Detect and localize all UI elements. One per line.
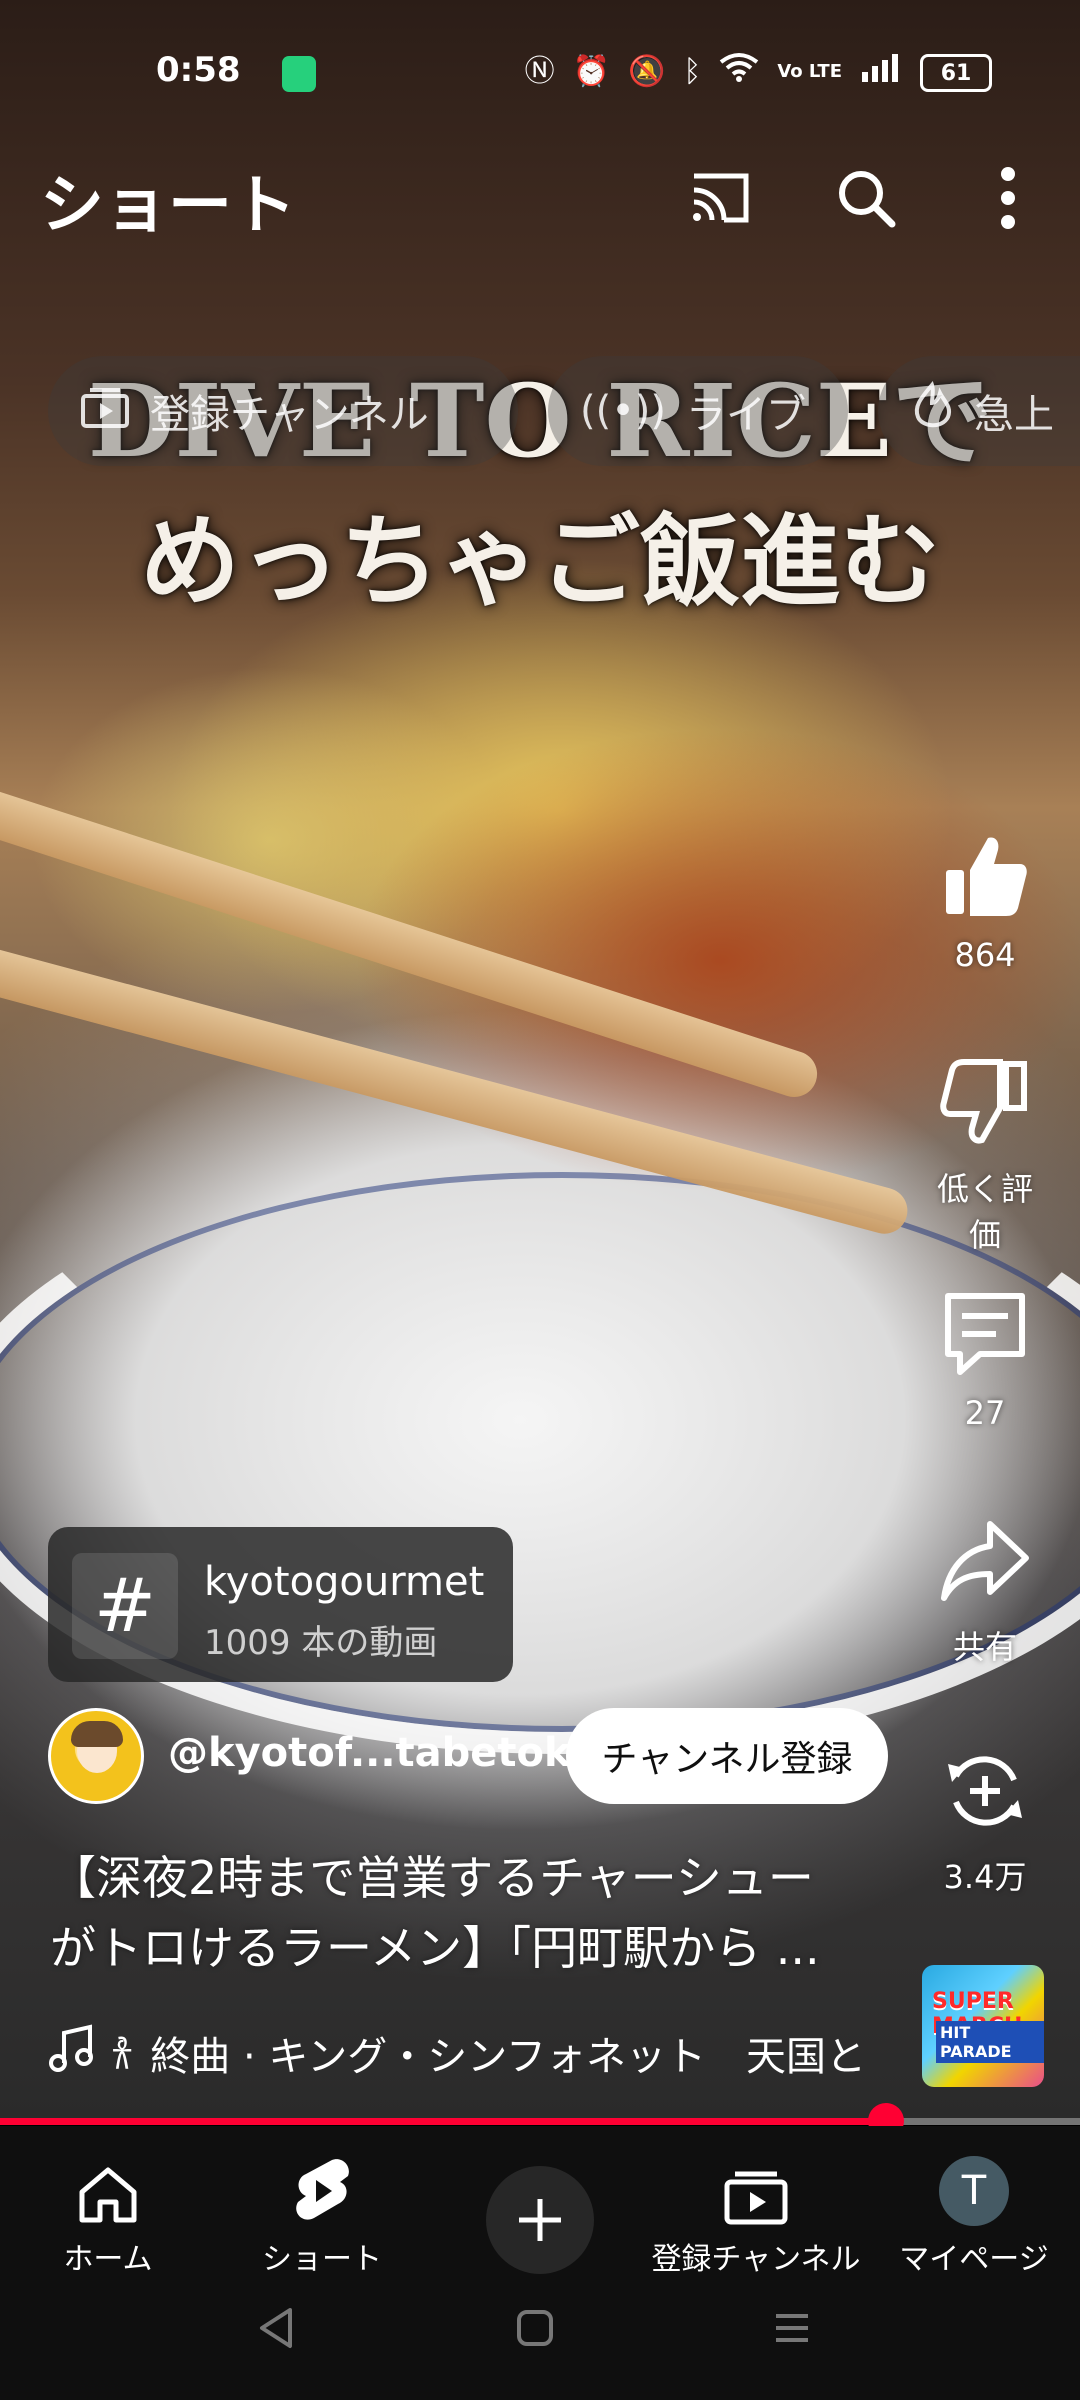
channel-avatar[interactable] [48, 1708, 144, 1804]
share-label: 共有 [952, 1628, 1017, 1666]
video-caption-line2: めっちゃご飯進む [140, 502, 940, 620]
shorts-screen: DIVE TO RICEで めっちゃご飯進む 0:58 Ⓝ ⏰ 🔕 ᛒ Vo L… [0, 0, 1080, 2400]
alarm-icon: ⏰ [572, 53, 610, 89]
share-button[interactable]: 共有 [925, 1506, 1045, 1668]
battery-indicator: 61 [920, 54, 992, 92]
hashtag-video-count: 1009 本の動画 [204, 1623, 438, 1663]
comment-count: 27 [964, 1394, 1006, 1432]
nav-shorts-label: ショート [262, 2242, 382, 2277]
nav-my-page-label: マイページ [899, 2242, 1049, 2277]
mute-icon: 🔕 [627, 53, 666, 89]
nav-home-label: ホーム [63, 2242, 153, 2277]
video-title-line2[interactable]: がトロけるラーメン】「円町駅から ... [50, 1912, 890, 1978]
video-title-line1[interactable]: 【深夜2時まで営業するチャーシュー [50, 1842, 890, 1908]
music-person-icon: 𐀪 [110, 2032, 135, 2079]
more-icon[interactable] [968, 158, 1048, 238]
hashtag-card[interactable]: # kyotogourmet 1009 本の動画 [48, 1527, 513, 1682]
recents-icon[interactable] [762, 2298, 822, 2358]
top-bar: ショート [0, 150, 1080, 243]
status-icons: Ⓝ ⏰ 🔕 ᛒ Vo LTE [525, 52, 900, 91]
status-time: 0:58 [156, 50, 241, 90]
comments-button[interactable]: 27 [925, 1278, 1045, 1432]
create-button[interactable] [486, 2166, 594, 2274]
my-avatar-wrap: T [882, 2146, 1066, 2226]
nav-home[interactable]: ホーム [18, 2146, 198, 2278]
live-icon: ((•)) [580, 388, 667, 434]
music-thumbnail[interactable]: SUPER MARCH HIT PARADE [922, 1965, 1044, 2087]
thumbs-down-icon [925, 1048, 1045, 1158]
chip-subscriptions-label: 登録チャンネル [150, 392, 429, 438]
wifi-icon [719, 52, 759, 91]
volte-icon: Vo LTE [777, 60, 842, 82]
nav-shorts[interactable]: ショート [232, 2146, 412, 2278]
chip-live[interactable]: ((•)) ライブ [548, 356, 848, 466]
bluetooth-icon: ᛒ [683, 53, 702, 89]
hashtag-icon: # [72, 1553, 178, 1659]
like-button[interactable]: 864 [925, 820, 1045, 974]
plus-icon [519, 2199, 561, 2241]
shorts-icon [232, 2146, 412, 2226]
subscriptions-nav-icon [650, 2146, 862, 2226]
video-chopstick [0, 781, 824, 1103]
progress-bar[interactable] [0, 2103, 1080, 2139]
dislike-button[interactable]: 低く評価 [925, 1048, 1045, 1256]
subscribe-button[interactable]: チャンネル登録 [566, 1708, 888, 1804]
like-count: 864 [954, 936, 1016, 974]
remix-count: 3.4万 [943, 1858, 1027, 1896]
music-text: 終曲 · キング・シンフォネット 天国と [150, 2034, 867, 2080]
trending-icon [910, 381, 954, 441]
chip-live-label: ライブ [686, 392, 807, 438]
music-note-icon [48, 2023, 94, 2083]
nav-subscriptions-label: 登録チャンネル [651, 2242, 861, 2277]
chip-trending[interactable]: 急上 [878, 356, 1080, 466]
share-icon [925, 1506, 1045, 1616]
nfc-icon: Ⓝ [524, 53, 555, 89]
nav-my-page[interactable]: T マイページ [882, 2146, 1066, 2278]
comment-icon [925, 1278, 1045, 1388]
music-thumb-subtitle: HIT PARADE [936, 2021, 1044, 2063]
subscriptions-icon [80, 384, 130, 438]
dislike-label: 低く評価 [936, 1170, 1033, 1254]
channel-handle[interactable]: @kyotof...tabetoku [168, 1730, 599, 1776]
nav-subscriptions[interactable]: 登録チャンネル [650, 2146, 862, 2278]
remix-button[interactable]: 3.4万 [925, 1736, 1045, 1898]
my-avatar: T [939, 2156, 1009, 2226]
signal-icon [860, 52, 900, 91]
search-icon[interactable] [826, 158, 906, 238]
chip-trending-label: 急上 [974, 392, 1054, 438]
home-circle-icon[interactable] [505, 2298, 565, 2358]
remix-icon [925, 1736, 1045, 1846]
system-nav-bar [0, 2280, 1080, 2380]
thumbs-up-icon [925, 820, 1045, 930]
progress-fill [0, 2118, 886, 2125]
battery-saver-icon [282, 56, 316, 92]
hashtag-name: kyotogourmet [204, 1559, 485, 1605]
status-bar: 0:58 Ⓝ ⏰ 🔕 ᛒ Vo LTE 61 [0, 38, 1080, 108]
avatar-hair [71, 1721, 123, 1747]
video-player[interactable]: DIVE TO RICEで めっちゃご飯進む [0, 0, 1080, 2125]
page-title: ショート [40, 169, 296, 243]
back-icon[interactable] [246, 2298, 306, 2358]
home-icon [18, 2146, 198, 2226]
music-row[interactable]: 𐀪 終曲 · キング・シンフォネット 天国と [48, 2018, 898, 2088]
chip-subscriptions[interactable]: 登録チャンネル [48, 356, 518, 466]
cast-icon[interactable] [680, 158, 760, 238]
